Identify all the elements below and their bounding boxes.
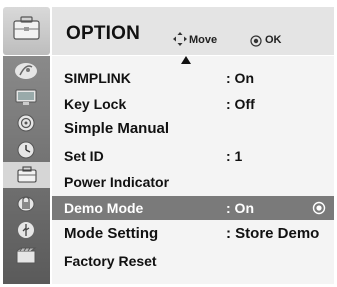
menu-item-label: SIMPLINK bbox=[64, 70, 131, 86]
lock-icon[interactable] bbox=[8, 191, 44, 214]
menu-item-factory-reset[interactable]: Factory Reset bbox=[52, 249, 334, 273]
menu-item-value: : Store Demo bbox=[226, 225, 320, 242]
menu-item-label: Power Indicator bbox=[64, 174, 170, 190]
page-title: OPTION bbox=[66, 23, 141, 44]
category-sidebar bbox=[3, 56, 50, 284]
menu-item-value: : Off bbox=[226, 96, 255, 112]
menu-item-label: Factory Reset bbox=[64, 253, 157, 269]
menu-item-mode-setting[interactable]: Mode Setting : Store Demo bbox=[52, 222, 334, 246]
film-icon[interactable] bbox=[8, 244, 44, 267]
option-briefcase-icon bbox=[3, 7, 50, 55]
move-arrows-icon bbox=[173, 32, 187, 51]
menu-item-simplink[interactable]: SIMPLINK : On bbox=[52, 66, 334, 90]
menu-item-value: : On bbox=[226, 200, 254, 216]
menu-item-label: Demo Mode bbox=[64, 200, 144, 216]
menu-item-simple-manual[interactable]: Simple Manual bbox=[52, 117, 334, 141]
menu-item-label: Simple Manual bbox=[64, 120, 170, 137]
tv-osd-menu: OPTION Move OK SIMPLINK: On Key Lock: … bbox=[0, 0, 337, 287]
scroll-up-arrow-icon[interactable] bbox=[181, 56, 191, 64]
ok-button-icon bbox=[250, 34, 262, 52]
selected-radio-icon bbox=[312, 201, 326, 215]
menu-item-label: Mode Setting bbox=[64, 225, 159, 242]
menu-item-power-indicator[interactable]: Power Indicator bbox=[52, 170, 334, 194]
menu-item-demo-mode[interactable]: Demo Mode : On bbox=[52, 196, 334, 220]
briefcase-icon[interactable] bbox=[3, 162, 50, 188]
clock-icon[interactable] bbox=[8, 138, 44, 161]
usb-icon[interactable] bbox=[8, 218, 44, 241]
speaker-icon[interactable] bbox=[8, 111, 44, 134]
monitor-icon[interactable] bbox=[8, 85, 44, 108]
menu-item-value: : 1 bbox=[226, 148, 243, 164]
menu-item-label: Key Lock bbox=[64, 96, 127, 112]
menu-item-value: : On bbox=[226, 70, 254, 86]
move-hint: Move bbox=[189, 34, 218, 46]
ok-hint: OK bbox=[265, 34, 282, 46]
satellite-dish-icon[interactable] bbox=[8, 59, 44, 82]
menu-item-key-lock[interactable]: Key Lock : Off bbox=[52, 92, 334, 116]
menu-item-set-id[interactable]: Set ID : 1 bbox=[52, 144, 334, 168]
menu-item-label: Set ID bbox=[64, 148, 104, 164]
